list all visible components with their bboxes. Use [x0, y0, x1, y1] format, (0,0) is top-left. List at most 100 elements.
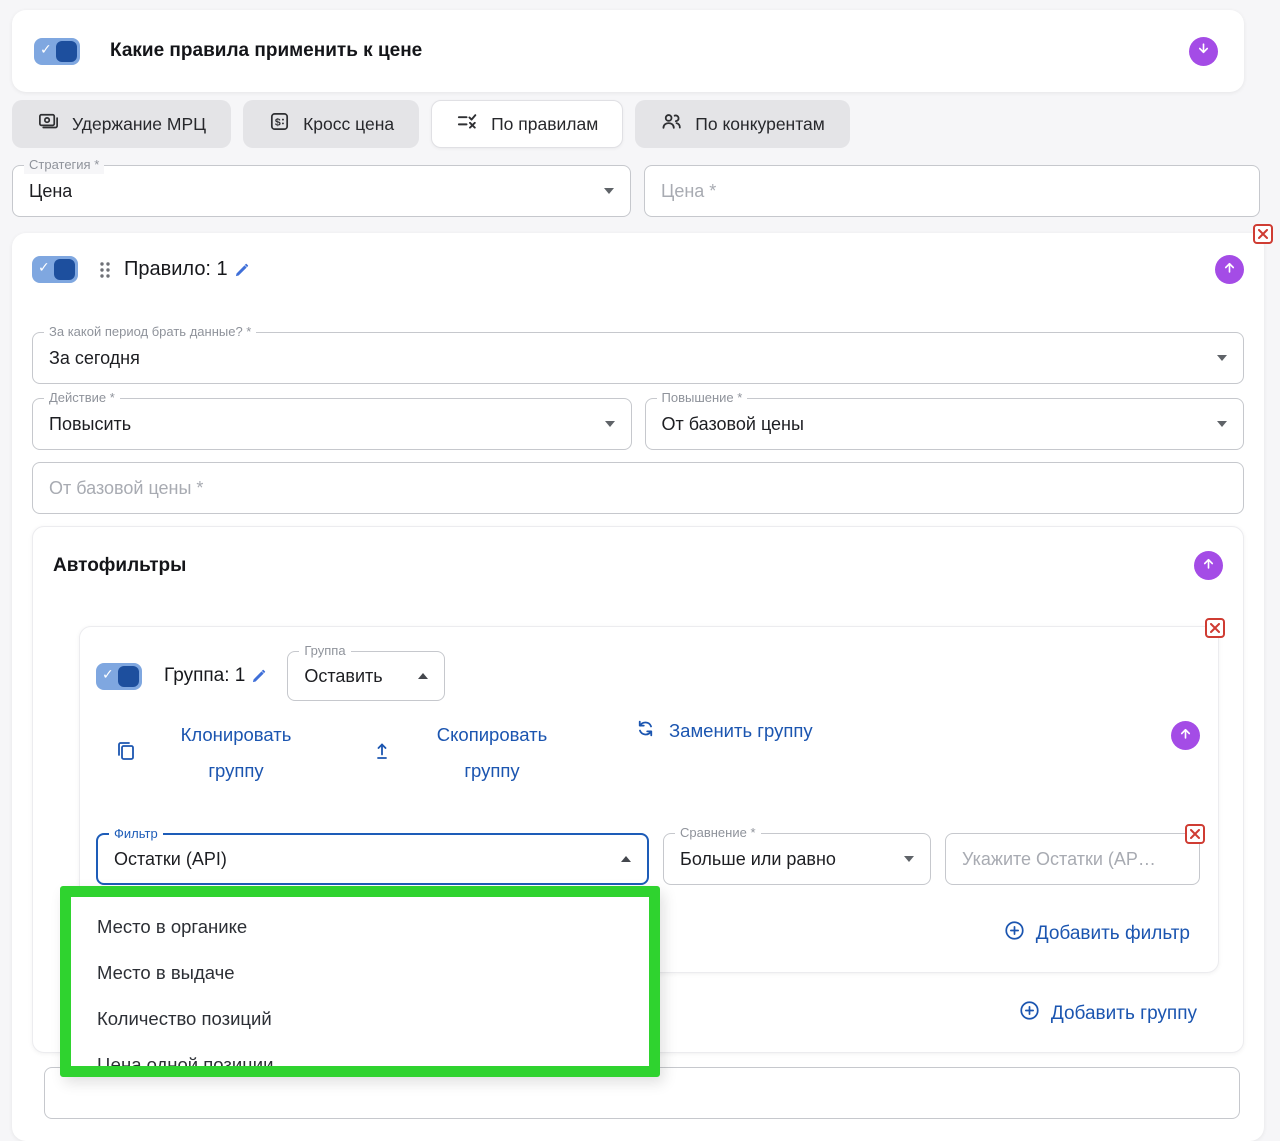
action-select[interactable]: Действие * Повысить	[32, 398, 632, 450]
price-input-wrap	[644, 165, 1260, 217]
rule-enabled-toggle[interactable]: ✓	[32, 256, 78, 283]
chevron-down-icon	[1217, 355, 1227, 361]
field-label: Стратегия *	[24, 157, 104, 174]
upload-icon	[370, 739, 394, 768]
price-tag-icon: $	[268, 110, 291, 138]
field-label: Действие *	[44, 390, 120, 407]
move-autofilters-up-button[interactable]	[1194, 551, 1223, 580]
group-enabled-toggle[interactable]: ✓	[96, 663, 142, 690]
field-value: От базовой цены	[662, 414, 804, 435]
strategy-select[interactable]: Стратегия * Цена	[12, 165, 631, 217]
filter-row: Фильтр Остатки (API) Сравнение * Больше …	[96, 833, 1200, 885]
group-header: ✓ Группа: 1 Группа Оставить	[96, 651, 1200, 701]
edit-pencil-icon[interactable]	[251, 668, 267, 684]
check-icon: ✓	[102, 667, 114, 681]
autofilters-title: Автофильтры	[53, 555, 186, 577]
toggle-knob	[56, 41, 77, 62]
action-label: Клонировать группу	[160, 717, 312, 789]
arrow-up-icon	[1178, 726, 1193, 746]
rules-header-card: ✓ Какие правила применить к цене	[12, 10, 1244, 92]
group-mode-select[interactable]: Группа Оставить	[287, 651, 445, 701]
field-value: Повысить	[49, 414, 131, 435]
field-value: Остатки (API)	[114, 849, 227, 870]
filter-dropdown-menu: Место в органике Место в выдаче Количест…	[71, 897, 649, 1077]
filter-select[interactable]: Фильтр Остатки (API)	[96, 833, 649, 885]
copy-group-button[interactable]: Скопировать группу	[370, 717, 568, 789]
copy-icon	[114, 739, 138, 768]
group-actions: Клонировать группу Скопировать группу За…	[96, 717, 1200, 789]
strategy-tabs: Удержание МРЦ $ Кросс цена По правилам П…	[12, 100, 1264, 148]
delete-filter-button[interactable]	[1185, 824, 1205, 844]
delete-group-button[interactable]	[1205, 618, 1225, 638]
chevron-down-icon	[605, 421, 615, 427]
tab-by-rules[interactable]: По правилам	[431, 100, 623, 148]
arrow-down-icon	[1196, 41, 1211, 61]
drag-handle-icon[interactable]	[98, 260, 112, 280]
field-value: За сегодня	[49, 348, 140, 369]
add-filter-label: Добавить фильтр	[1036, 923, 1190, 945]
rule-header: ✓ Правило: 1	[32, 255, 1244, 284]
close-icon	[1190, 829, 1200, 839]
raise-select[interactable]: Повышение * От базовой цены	[645, 398, 1245, 450]
add-group-label: Добавить группу	[1051, 1003, 1197, 1025]
tab-by-competitors[interactable]: По конкурентам	[635, 100, 850, 148]
delete-rule-button[interactable]	[1253, 224, 1273, 244]
move-group-up-button[interactable]	[1171, 721, 1200, 750]
chevron-up-icon	[621, 856, 631, 862]
field-label: Сравнение *	[675, 825, 761, 842]
close-icon	[1210, 623, 1220, 633]
tab-mrc-hold[interactable]: Удержание МРЦ	[12, 100, 231, 148]
tab-label: Кросс цена	[303, 114, 394, 135]
chevron-down-icon	[1217, 421, 1227, 427]
action-label: Заменить группу	[669, 720, 813, 742]
action-label: Скопировать группу	[416, 717, 568, 789]
field-value: Оставить	[304, 666, 382, 687]
field-value: Больше или равно	[680, 849, 836, 870]
arrow-up-icon	[1222, 260, 1237, 280]
competitors-icon	[660, 110, 683, 138]
field-label: Фильтр	[109, 826, 163, 843]
period-select[interactable]: За какой период брать данные? * За сегод…	[32, 332, 1244, 384]
price-input[interactable]	[661, 181, 1243, 202]
chevron-down-icon	[904, 856, 914, 862]
toggle-knob	[118, 666, 139, 687]
arrow-up-icon	[1201, 556, 1216, 576]
field-label: Повышение *	[657, 390, 748, 407]
add-group-button[interactable]: Добавить группу	[1018, 999, 1197, 1028]
add-filter-button[interactable]: Добавить фильтр	[1003, 919, 1190, 948]
group-title: Группа: 1	[164, 665, 245, 687]
svg-text:$: $	[275, 116, 281, 128]
rule-title: Правило: 1	[124, 258, 228, 281]
filter-value-input[interactable]	[962, 849, 1183, 870]
plus-circle-icon	[1018, 999, 1041, 1028]
close-icon	[1258, 229, 1268, 239]
dropdown-option[interactable]: Количество позиций	[71, 996, 649, 1042]
toggle-knob	[54, 259, 75, 280]
rules-enabled-toggle[interactable]: ✓	[34, 38, 80, 65]
dropdown-option[interactable]: Место в выдаче	[71, 950, 649, 996]
clone-group-button[interactable]: Клонировать группу	[114, 717, 312, 789]
replace-group-button[interactable]: Заменить группу	[634, 717, 813, 745]
edit-pencil-icon[interactable]	[234, 262, 250, 278]
chevron-up-icon	[418, 673, 428, 679]
check-icon: ✓	[40, 42, 52, 56]
page-title: Какие правила применить к цене	[110, 40, 422, 62]
banknote-icon	[37, 110, 60, 138]
pricing-rules-page: ✓ Какие правила применить к цене Удержан…	[0, 0, 1280, 1094]
field-value: Цена	[29, 181, 72, 202]
annotation-highlight-box: Место в органике Место в выдаче Количест…	[60, 886, 660, 1077]
move-rule-up-button[interactable]	[1215, 255, 1244, 284]
tab-cross-price[interactable]: $ Кросс цена	[243, 100, 419, 148]
base-price-input[interactable]	[49, 478, 1227, 499]
tab-label: По правилам	[491, 114, 598, 135]
chevron-down-icon	[604, 188, 614, 194]
dropdown-option[interactable]: Место в органике	[71, 904, 649, 950]
collapse-section-button[interactable]	[1189, 37, 1218, 66]
tab-label: По конкурентам	[695, 114, 825, 135]
field-label: За какой период брать данные? *	[44, 324, 256, 341]
dropdown-option[interactable]: Цена одной позиции	[71, 1042, 649, 1077]
comparison-select[interactable]: Сравнение * Больше или равно	[663, 833, 931, 885]
plus-circle-icon	[1003, 919, 1026, 948]
field-label: Группа	[299, 643, 350, 660]
rule-icon	[456, 110, 479, 138]
